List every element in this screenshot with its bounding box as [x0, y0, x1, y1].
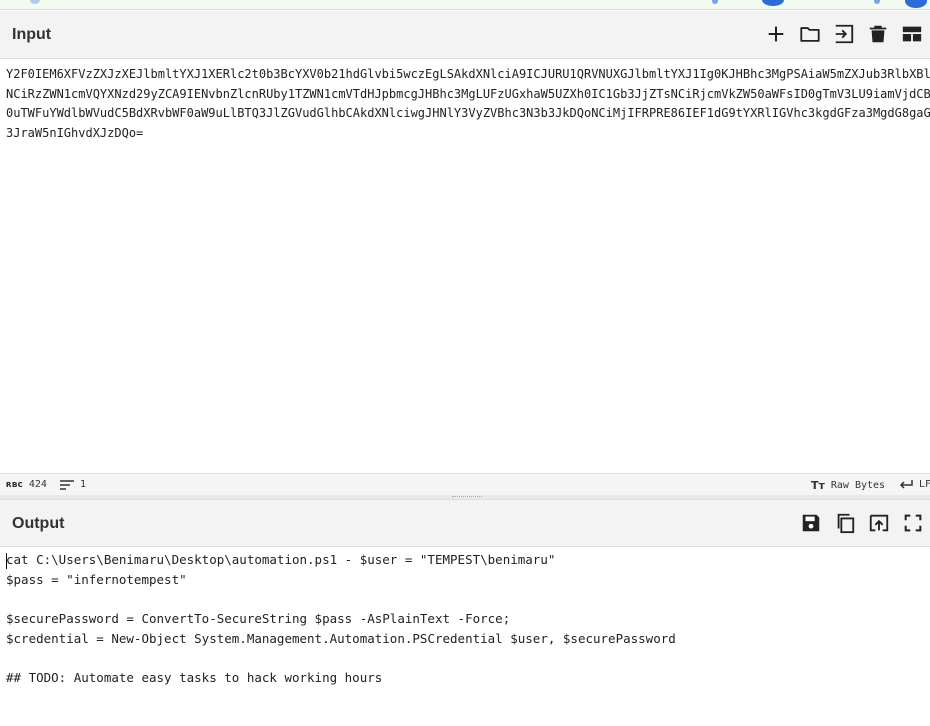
encoding-label: Raw Bytes [830, 480, 886, 491]
settings-icon[interactable] [762, 0, 784, 6]
lines-icon [60, 479, 74, 490]
text-type-icon: Tт [811, 479, 825, 492]
favorite-icon [30, 0, 40, 4]
eol-selector[interactable]: LF [899, 479, 930, 490]
lines-value: 1 [80, 479, 87, 490]
help-icon[interactable] [905, 0, 927, 8]
length-stat: ʀʙᴄ 424 [6, 479, 47, 490]
enter-icon [899, 479, 913, 489]
fullscreen-icon[interactable] [900, 510, 926, 536]
folder-open-icon[interactable] [797, 21, 823, 47]
import-icon[interactable] [831, 21, 857, 47]
input-title: Input [12, 26, 52, 43]
input-text-content: Y2F0IEM6XFVzZXJzXEJlbmltYXJ1XERlc2t0b3Bc… [6, 65, 930, 143]
output-title: Output [12, 515, 65, 532]
layout-icon[interactable] [899, 21, 925, 47]
splitter-grip[interactable] [452, 496, 482, 498]
top-toolbar-strip [0, 0, 930, 10]
input-text-line: Y2F0IEM6XFVzZXJzXEJlbmltYXJ1XERlc2t0b3Bc… [6, 67, 930, 81]
save-icon[interactable] [798, 510, 824, 536]
add-icon[interactable] [763, 21, 789, 47]
eol-label: LF [919, 479, 930, 490]
lines-stat: 1 [60, 479, 86, 490]
output-panel-header: Output [0, 499, 930, 547]
encoding-selector[interactable]: Tт Raw Bytes [811, 479, 885, 492]
input-text-line: 0uTWFuYWdlbWVudC5BdXRvbWF0aW9uLlBTQ3JlZG… [6, 106, 930, 120]
input-text-line: NCiRzZWN1cmVQYXNzd29yZCA9IENvbnZlcnRUby1… [6, 86, 930, 101]
abc-icon: ʀʙᴄ [6, 479, 23, 490]
status-dot [712, 0, 718, 4]
status-dot [874, 0, 880, 4]
input-panel-header: Input [0, 11, 930, 59]
copy-icon[interactable] [832, 510, 858, 536]
input-text-line: 3JraW5nIGhvdXJzDQo= [6, 125, 144, 140]
trash-icon[interactable] [865, 21, 891, 47]
output-text-content: cat C:\Users\Benimaru\Desktop\automation… [6, 552, 676, 686]
output-toolbar [798, 510, 926, 536]
replace-input-icon[interactable] [866, 510, 892, 536]
input-toolbar [763, 21, 925, 47]
output-textarea[interactable]: cat C:\Users\Benimaru\Desktop\automation… [0, 547, 930, 726]
input-status-bar: ʀʙᴄ 424 1 Tт Raw Bytes LF [0, 473, 930, 495]
length-value: 424 [28, 479, 47, 490]
input-textarea[interactable]: Y2F0IEM6XFVzZXJzXEJlbmltYXJ1XERlc2t0b3Bc… [0, 60, 930, 473]
